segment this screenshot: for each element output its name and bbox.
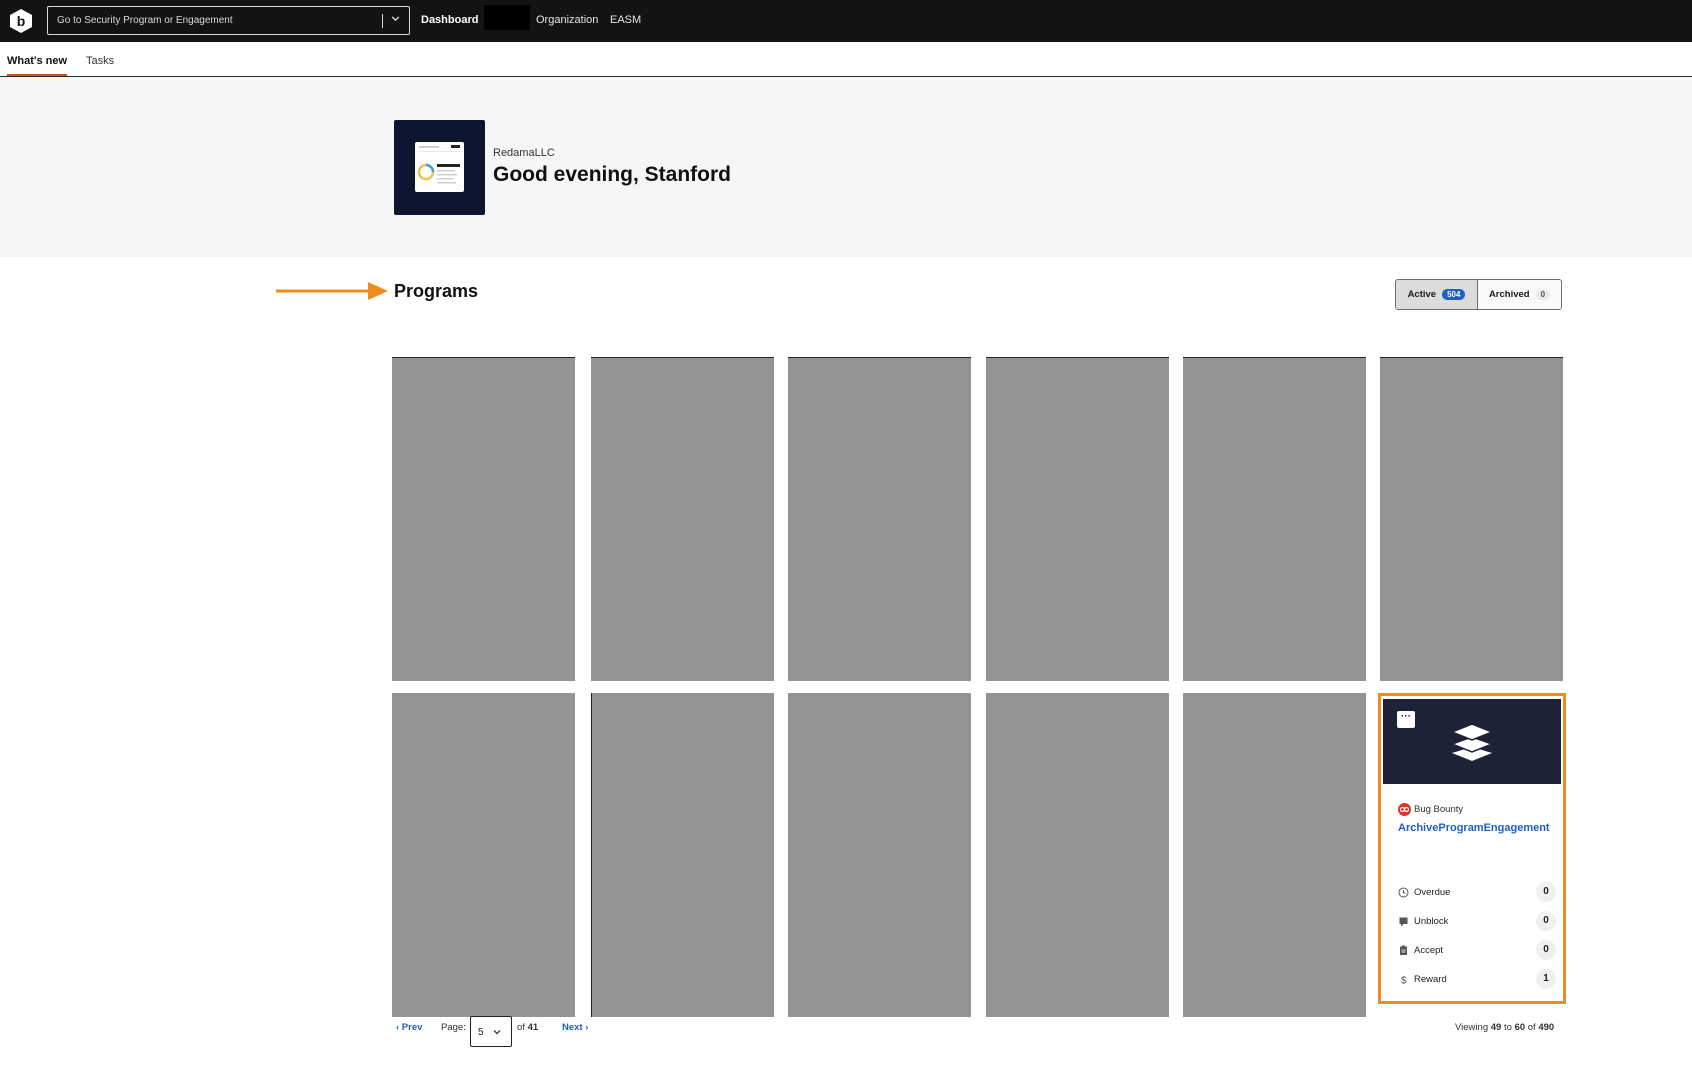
page-label: Page: [441,1022,466,1033]
dollar-icon: $ [1401,975,1407,985]
metric-accept[interactable]: Accept 0 [1398,940,1556,960]
range-to: 60 [1514,1022,1526,1033]
redacted-program-card[interactable] [986,693,1169,1017]
filter-active-button[interactable]: Active 504 [1396,280,1478,309]
bug-bounty-icon [1398,803,1411,816]
accept-icon [1400,945,1407,955]
tab-tasks[interactable]: Tasks [86,55,114,67]
more-options-button[interactable]: ··· [1397,711,1415,728]
metric-label: Unblock [1414,915,1449,927]
search-separator [382,14,383,28]
programs-heading: Programs [394,281,479,301]
prev-page-link[interactable]: ‹ Prev [396,1022,422,1033]
sub-navbar: What's new Tasks [0,42,1692,77]
metric-label: Accept [1414,944,1444,956]
metric-count: 0 [1536,911,1556,931]
top-navbar: b Go to Security Program or Engagement D… [0,0,1692,42]
metric-count: 1 [1536,969,1556,989]
nav-organization[interactable]: Organization [536,14,598,26]
archived-count-badge: 0 [1535,289,1551,300]
page-select[interactable]: 5 [470,1016,512,1047]
nav-easm[interactable]: EASM [610,14,641,26]
filter-archived-label: Archived [1488,289,1530,300]
redacted-program-card[interactable] [591,357,774,681]
layers-icon [1450,723,1494,761]
metric-unblock[interactable]: Unblock 0 [1398,911,1556,931]
logo-letter: b [17,13,26,29]
svg-text:$: $ [1401,975,1407,985]
metric-overdue[interactable]: Overdue 0 [1398,882,1556,902]
total-items: 490 [1538,1022,1555,1033]
viewing-label: Viewing [1455,1022,1489,1033]
range-from: 49 [1490,1022,1502,1033]
active-tab-indicator [7,74,67,76]
redacted-program-card[interactable] [392,693,575,1017]
redacted-nav-item [484,5,530,30]
organization-name: RedamaLLC [493,147,555,159]
redacted-program-card[interactable] [788,357,971,681]
redacted-program-card[interactable] [392,357,575,681]
program-search-select[interactable]: Go to Security Program or Engagement [47,6,410,35]
greeting-heading: Good evening, Stanford [493,163,732,186]
program-type: Bug Bounty [1398,803,1463,816]
redacted-program-card[interactable] [1183,693,1366,1017]
current-page-value: 5 [478,1027,484,1038]
nav-dashboard[interactable]: Dashboard [421,14,478,26]
dashboard-illustration [394,120,485,215]
chevron-down-icon [493,1030,501,1035]
total-pages-text: of 41 [517,1022,538,1033]
clock-icon [1398,887,1409,897]
welcome-banner: RedamaLLC Good evening, Stanford [0,77,1692,257]
metric-count: 0 [1536,882,1556,902]
program-status-filter: Active 504 Archived 0 [1395,279,1562,310]
orange-arrow-annotation-icon [276,282,388,300]
metric-reward[interactable]: $ Reward 1 [1398,969,1556,989]
program-card-highlighted[interactable]: ··· Bug Bounty ArchiveProgramEngagement … [1378,693,1566,1004]
tab-whats-new[interactable]: What's new [7,55,67,67]
unblock-icon [1399,917,1408,926]
viewing-range-text: Viewing 49 to 60 of 490 [1455,1022,1554,1033]
of-label: of [517,1022,525,1033]
filter-active-label: Active [1407,289,1437,300]
redacted-program-card[interactable] [788,693,971,1017]
program-type-label: Bug Bounty [1414,804,1464,815]
program-name-link[interactable]: ArchiveProgramEngagement [1398,822,1550,834]
redacted-program-card[interactable] [591,693,774,1017]
metric-label: Reward [1414,973,1447,985]
redacted-program-card[interactable] [1183,357,1366,681]
search-placeholder: Go to Security Program or Engagement [57,15,233,26]
next-page-link[interactable]: Next › [562,1022,588,1033]
filter-archived-button[interactable]: Archived 0 [1478,280,1561,309]
illustration-card [415,142,464,192]
to-label: to [1503,1022,1512,1033]
of-label: of [1527,1022,1536,1033]
active-count-badge: 504 [1442,289,1466,300]
redacted-program-card[interactable] [1380,357,1563,681]
total-pages: 41 [527,1022,539,1033]
metric-count: 0 [1536,940,1556,960]
redacted-program-card[interactable] [986,357,1169,681]
bugcrowd-logo-icon[interactable]: b [8,8,34,34]
chevron-down-icon[interactable] [390,13,401,24]
metric-label: Overdue [1414,886,1451,898]
program-card-header: ··· [1383,699,1561,784]
